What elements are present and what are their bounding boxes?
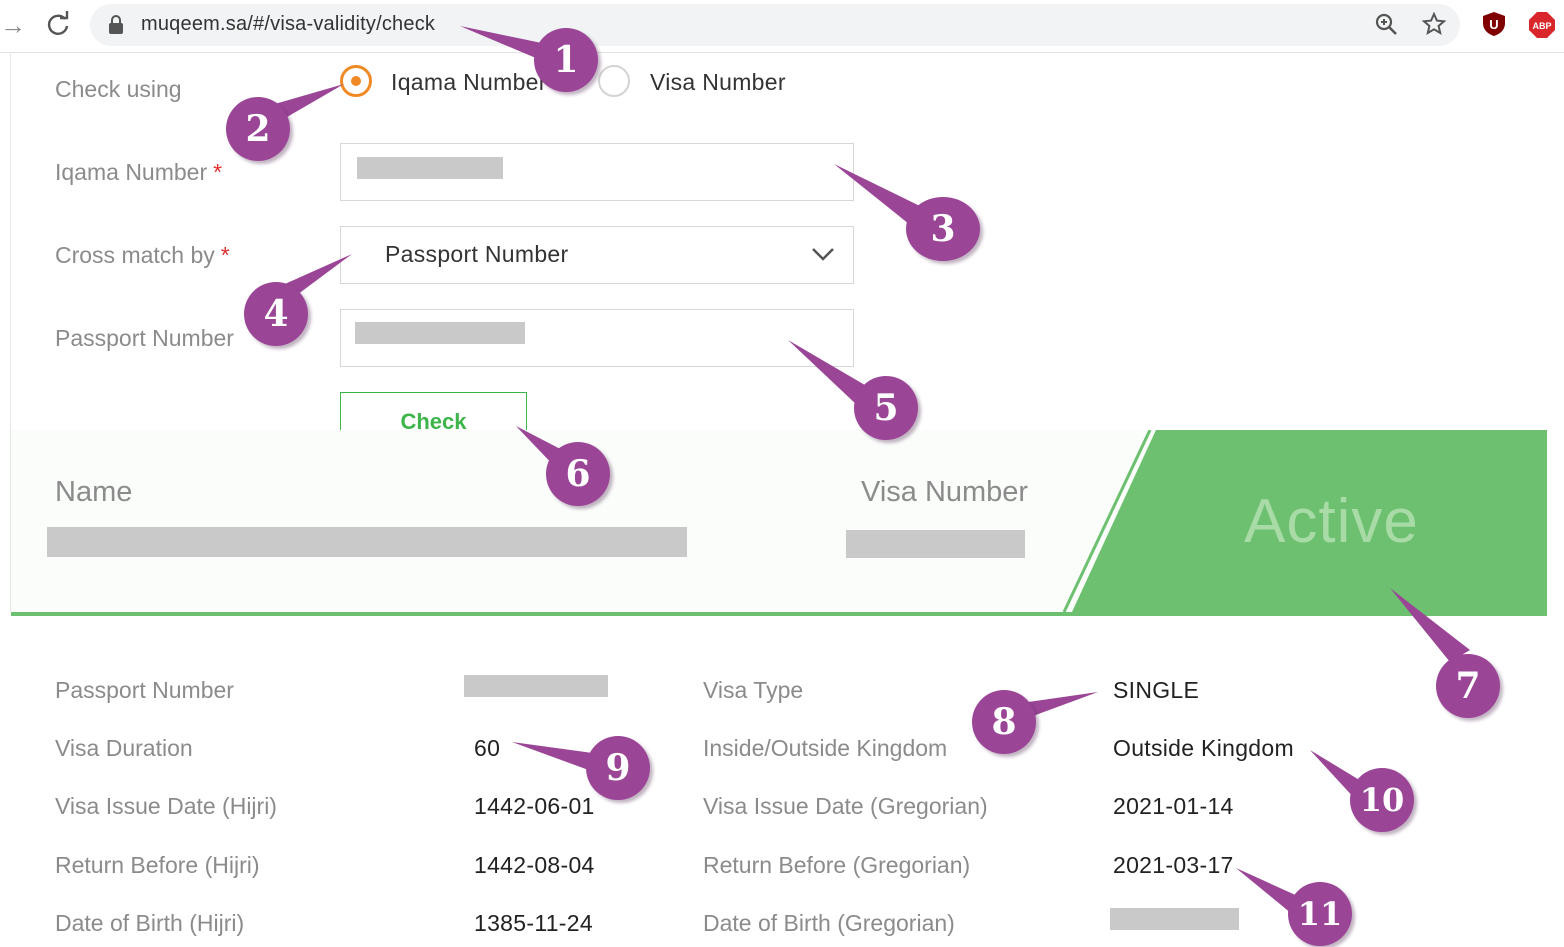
annotation-badge-7: 7 (1436, 654, 1500, 718)
annotation-badge-8: 8 (972, 690, 1036, 754)
annotation-badge-1: 1 (534, 28, 598, 92)
annotation-badge-6: 6 (546, 442, 610, 506)
annotation-arrow-7 (1390, 588, 1470, 662)
annotation-badge-11: 11 (1288, 882, 1352, 946)
annotation-badge-10: 10 (1350, 768, 1414, 832)
annotation-badge-2: 2 (226, 97, 290, 161)
annotation-badge-3: 3 (906, 197, 980, 261)
annotation-badge-9: 9 (586, 736, 650, 800)
annotation-badge-4: 4 (244, 282, 308, 346)
annotation-badge-5: 5 (854, 376, 918, 440)
